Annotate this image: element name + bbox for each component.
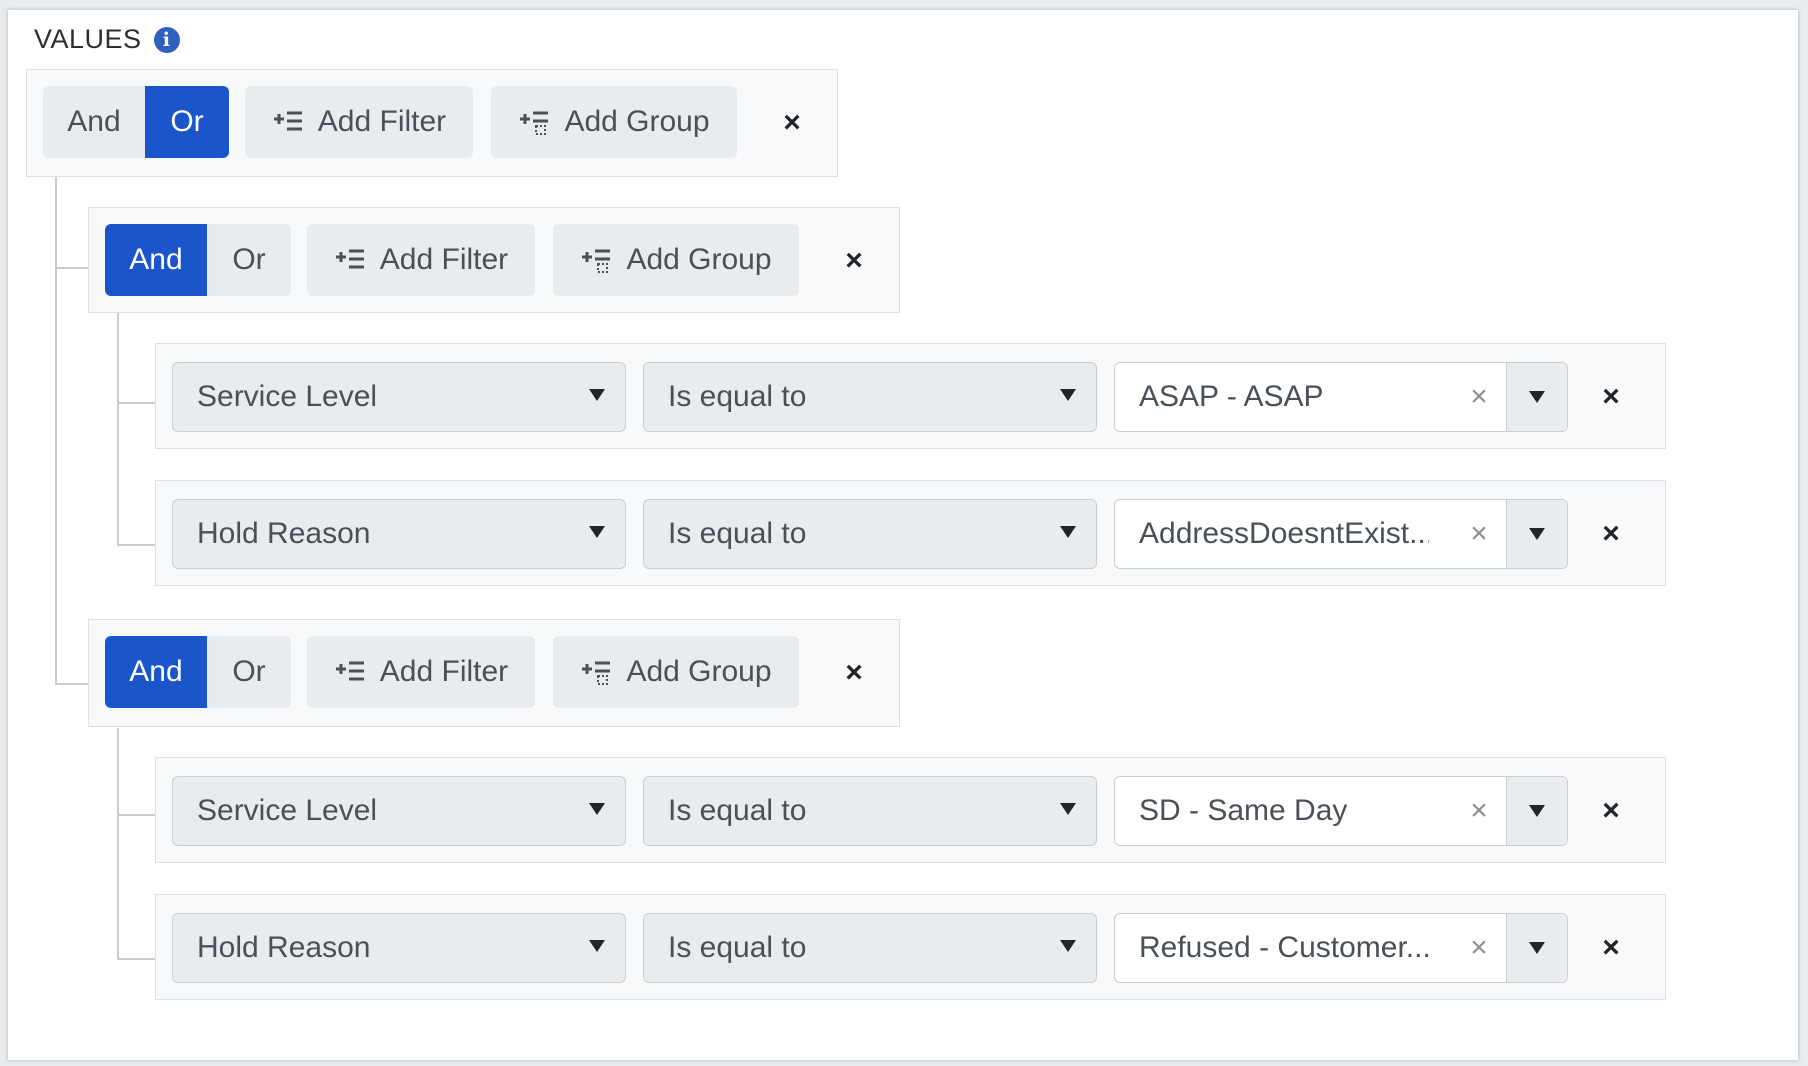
field-select[interactable]: Service Level xyxy=(172,362,626,432)
field-select-value: Service Level xyxy=(197,794,378,827)
root-group-bar: And Or Add Filter Add Group × xyxy=(26,69,838,177)
value-text: Refused - Customer... xyxy=(1139,931,1429,964)
add-group-label: Add Group xyxy=(626,655,772,688)
add-filter-icon xyxy=(335,249,364,269)
value-combobox[interactable]: Refused - Customer... × xyxy=(1114,913,1568,983)
group-or-toggle[interactable]: Or xyxy=(207,224,291,296)
group-add-group-button[interactable]: Add Group xyxy=(553,224,799,296)
operator-select-value: Is equal to xyxy=(668,380,807,413)
clear-value-icon[interactable]: × xyxy=(1465,933,1493,963)
root-and-toggle[interactable]: And xyxy=(43,86,145,158)
tree-connector xyxy=(55,175,57,685)
caret-down-icon xyxy=(1060,940,1076,952)
value-combobox[interactable]: ASAP - ASAP × xyxy=(1114,362,1568,432)
group-and-toggle[interactable]: And xyxy=(105,636,207,708)
add-filter-label: Add Filter xyxy=(317,105,447,138)
field-select-value: Hold Reason xyxy=(197,931,371,964)
operator-select[interactable]: Is equal to xyxy=(643,499,1097,569)
filter-row: Hold Reason Is equal to Refused - Custom… xyxy=(155,894,1666,1000)
value-text: SD - Same Day xyxy=(1139,794,1348,827)
add-group-label: Add Group xyxy=(564,105,710,138)
group-add-filter-button[interactable]: Add Filter xyxy=(307,224,535,296)
field-select[interactable]: Hold Reason xyxy=(172,913,626,983)
remove-group-button[interactable]: × xyxy=(839,656,869,689)
operator-select-value: Is equal to xyxy=(668,931,807,964)
caret-down-icon xyxy=(1529,805,1545,817)
remove-filter-button[interactable]: × xyxy=(1596,517,1626,550)
add-group-icon xyxy=(520,111,549,135)
root-or-toggle[interactable]: Or xyxy=(145,86,229,158)
caret-down-icon xyxy=(1060,389,1076,401)
filter-row: Service Level Is equal to SD - Same Day … xyxy=(155,757,1666,863)
operator-select[interactable]: Is equal to xyxy=(643,776,1097,846)
filter-row: Service Level Is equal to ASAP - ASAP × … xyxy=(155,343,1666,449)
operator-select[interactable]: Is equal to xyxy=(643,913,1097,983)
value-dropdown-toggle[interactable] xyxy=(1506,914,1567,982)
tree-connector xyxy=(117,312,119,546)
value-text: AddressDoesntExist... xyxy=(1139,517,1429,550)
value-dropdown-toggle[interactable] xyxy=(1506,363,1567,431)
group-and-toggle[interactable]: And xyxy=(105,224,207,296)
operator-select-value: Is equal to xyxy=(668,794,807,827)
caret-down-icon xyxy=(1060,526,1076,538)
root-add-group-button[interactable]: Add Group xyxy=(491,86,737,158)
clear-value-icon[interactable]: × xyxy=(1465,796,1493,826)
caret-down-icon xyxy=(1529,391,1545,403)
remove-filter-button[interactable]: × xyxy=(1596,931,1626,964)
operator-select-value: Is equal to xyxy=(668,517,807,550)
root-add-filter-button[interactable]: Add Filter xyxy=(245,86,473,158)
tree-connector xyxy=(117,814,155,816)
group-bar: And Or Add Filter Add Group × xyxy=(88,207,900,313)
filter-panel: VALUES i And Or Add Filter Add Group × A… xyxy=(8,10,1798,1060)
clear-value-icon[interactable]: × xyxy=(1465,519,1493,549)
tree-connector xyxy=(117,402,155,404)
caret-down-icon xyxy=(589,803,605,815)
value-text: ASAP - ASAP xyxy=(1139,380,1324,413)
tree-connector xyxy=(117,958,155,960)
filter-row: Hold Reason Is equal to AddressDoesntExi… xyxy=(155,480,1666,586)
group-bar: And Or Add Filter Add Group × xyxy=(88,619,900,727)
caret-down-icon xyxy=(589,389,605,401)
operator-select[interactable]: Is equal to xyxy=(643,362,1097,432)
value-dropdown-toggle[interactable] xyxy=(1506,500,1567,568)
field-select-value: Hold Reason xyxy=(197,517,371,550)
field-select[interactable]: Hold Reason xyxy=(172,499,626,569)
value-combobox[interactable]: AddressDoesntExist... × xyxy=(1114,499,1568,569)
info-icon[interactable]: i xyxy=(153,26,180,53)
clear-value-icon[interactable]: × xyxy=(1465,382,1493,412)
add-group-label: Add Group xyxy=(626,243,772,276)
add-filter-label: Add Filter xyxy=(379,655,509,688)
value-dropdown-toggle[interactable] xyxy=(1506,777,1567,845)
field-select[interactable]: Service Level xyxy=(172,776,626,846)
add-filter-icon xyxy=(273,111,302,131)
group-or-toggle[interactable]: Or xyxy=(207,636,291,708)
add-filter-label: Add Filter xyxy=(379,243,509,276)
tree-connector xyxy=(117,544,155,546)
add-group-icon xyxy=(582,661,611,685)
group-add-group-button[interactable]: Add Group xyxy=(553,636,799,708)
field-select-value: Service Level xyxy=(197,380,378,413)
value-combobox[interactable]: SD - Same Day × xyxy=(1114,776,1568,846)
remove-filter-button[interactable]: × xyxy=(1596,380,1626,413)
caret-down-icon xyxy=(1060,803,1076,815)
remove-group-button[interactable]: × xyxy=(839,244,869,277)
tree-connector xyxy=(117,728,119,960)
caret-down-icon xyxy=(1529,942,1545,954)
remove-filter-button[interactable]: × xyxy=(1596,794,1626,827)
caret-down-icon xyxy=(1529,528,1545,540)
group-add-filter-button[interactable]: Add Filter xyxy=(307,636,535,708)
values-title: VALUES xyxy=(34,24,142,54)
add-filter-icon xyxy=(335,661,364,681)
add-group-icon xyxy=(582,249,611,273)
caret-down-icon xyxy=(589,526,605,538)
values-header: VALUES i xyxy=(34,24,180,55)
caret-down-icon xyxy=(589,940,605,952)
root-remove-group-button[interactable]: × xyxy=(777,106,807,139)
